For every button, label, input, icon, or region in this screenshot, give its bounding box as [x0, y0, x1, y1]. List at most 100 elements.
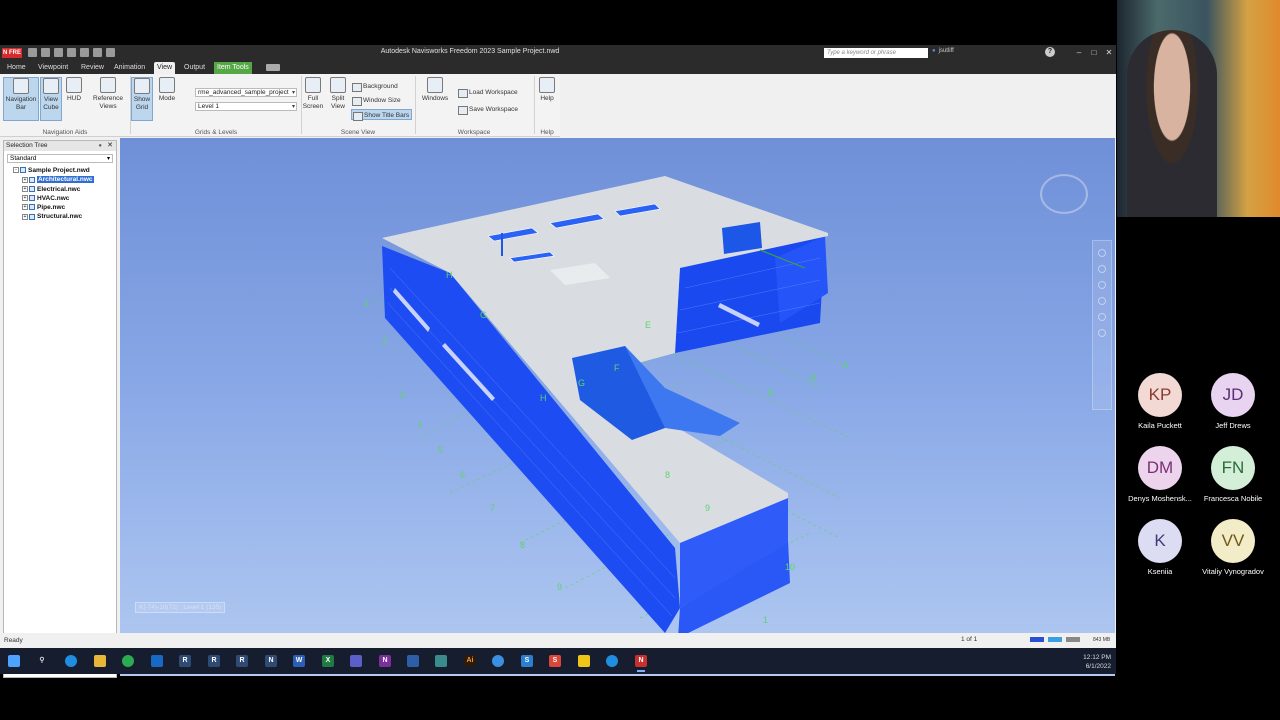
avatar: FN	[1211, 446, 1255, 490]
window-size-button[interactable]: Window Size	[351, 95, 411, 106]
start-icon[interactable]	[8, 655, 20, 667]
help-icon	[539, 77, 555, 93]
outlook-icon[interactable]	[151, 655, 163, 667]
load-workspace-button[interactable]: Load Workspace	[457, 87, 529, 98]
windows-button[interactable]: Windows	[420, 77, 450, 121]
navigation-bar-button[interactable]: Navigation Bar	[3, 77, 39, 121]
save-workspace-button[interactable]: Save Workspace	[457, 104, 529, 115]
search-icon[interactable]: ⚲	[36, 655, 48, 667]
teams-icon[interactable]	[350, 655, 362, 667]
tree-mode-select[interactable]: Standard	[7, 154, 113, 163]
svg-text:A: A	[842, 360, 848, 370]
edge-icon[interactable]	[606, 655, 618, 667]
participant-tile[interactable]: KP Kaila Puckett	[1124, 373, 1196, 430]
tree-item-hvac[interactable]: + HVAC.nwc	[4, 194, 116, 203]
status-text: Ready	[4, 637, 23, 644]
navigation-bar-label: Navigation Bar	[5, 96, 37, 111]
pan-icon[interactable]	[1098, 265, 1106, 273]
onenote-icon[interactable]: N	[379, 655, 391, 667]
group-divider	[534, 76, 535, 134]
chrome-icon[interactable]	[122, 655, 134, 667]
tree-item-electrical[interactable]: + Electrical.nwc	[4, 185, 116, 194]
tab-viewpoint[interactable]: Viewpoint	[35, 62, 71, 74]
split-view-button[interactable]: Split View	[327, 77, 349, 121]
scene-viewport[interactable]: H G H G F E D B A 1 2 3 4 5 6 7 8 9 10 1…	[120, 138, 1115, 676]
close-panel-icon[interactable]: ✕	[107, 141, 113, 151]
show-grid-button[interactable]: Show Grid	[131, 77, 153, 121]
sticky-notes-icon[interactable]	[578, 655, 590, 667]
user-account[interactable]: jsutliff	[932, 48, 954, 54]
navisworks-active-icon[interactable]: N	[635, 655, 647, 672]
system-clock[interactable]: 12:12 PM 6/1/2022	[1083, 653, 1111, 671]
participant-tile[interactable]: JD Jeff Drews	[1197, 373, 1269, 430]
level-select[interactable]: Level 1	[195, 102, 297, 111]
ribbon-options-icon[interactable]	[266, 64, 280, 71]
svg-text:1: 1	[364, 298, 369, 308]
tab-animation[interactable]: Animation	[111, 62, 148, 74]
participant-tile[interactable]: VV Vitaliy Vynogradov	[1197, 519, 1269, 576]
close-button[interactable]: ✕	[1102, 46, 1116, 59]
walk-icon[interactable]	[1098, 329, 1106, 337]
reference-views-button[interactable]: Reference Views	[90, 77, 126, 121]
word-icon[interactable]: W	[293, 655, 305, 667]
app-icon[interactable]	[407, 655, 419, 667]
steering-wheel-icon[interactable]	[1098, 249, 1106, 257]
show-title-bars-button[interactable]: Show Title Bars	[351, 109, 412, 121]
full-screen-button[interactable]: Full Screen	[302, 77, 324, 121]
grid-mode-button[interactable]: Mode	[156, 77, 178, 121]
navigation-bar[interactable]	[1092, 240, 1112, 410]
app-icon[interactable]: S	[521, 655, 533, 667]
excel-icon[interactable]: X	[322, 655, 334, 667]
full-screen-label: Full Screen	[302, 95, 324, 110]
hud-button[interactable]: HUD	[64, 77, 84, 121]
participant-tile[interactable]: DM Denys Moshensk...	[1124, 446, 1196, 503]
tree-item-architectural[interactable]: + Architectural.nwc	[4, 175, 116, 184]
tab-view[interactable]: View	[154, 62, 176, 74]
file-explorer-icon[interactable]	[94, 655, 106, 667]
illustrator-icon[interactable]: Ai	[464, 655, 476, 667]
participant-tile[interactable]: K Kseniia	[1124, 519, 1196, 576]
collapse-icon[interactable]: -	[13, 167, 19, 174]
grid-system-select[interactable]: rme_advanced_sample_project	[195, 88, 297, 97]
tab-home[interactable]: Home	[4, 62, 29, 74]
svg-text:8: 8	[520, 540, 525, 550]
minimize-button[interactable]: –	[1072, 46, 1086, 59]
expand-icon[interactable]: +	[22, 176, 28, 183]
reference-views-icon	[100, 77, 116, 93]
view-cube-button[interactable]: View Cube	[40, 77, 62, 121]
expand-icon[interactable]: +	[22, 185, 28, 192]
pin-icon[interactable]: ●	[98, 141, 102, 151]
tree-item-pipe[interactable]: + Pipe.nwc	[4, 203, 116, 212]
tree-root[interactable]: - Sample Project.nwd	[4, 166, 116, 175]
performance-bar-icon	[1066, 637, 1080, 642]
edge-icon[interactable]	[65, 655, 77, 667]
app-icon[interactable]	[492, 655, 504, 667]
help-button[interactable]: Help	[536, 77, 558, 121]
background-button[interactable]: Background	[351, 81, 411, 92]
app-icon[interactable]: S	[549, 655, 561, 667]
tab-item-tools[interactable]: Item Tools	[214, 62, 252, 74]
tab-review[interactable]: Review	[78, 62, 107, 74]
help-icon[interactable]: ?	[1045, 47, 1055, 57]
expand-icon[interactable]: +	[22, 213, 28, 220]
presenter-figure	[1127, 30, 1217, 217]
tree-item-structural[interactable]: + Structural.nwc	[4, 212, 116, 221]
tree-root-label: Sample Project.nwd	[28, 167, 90, 174]
look-icon[interactable]	[1098, 313, 1106, 321]
participant-tile[interactable]: FN Francesca Nobile	[1197, 446, 1269, 503]
svg-text:9: 9	[557, 582, 562, 592]
help-search-input[interactable]: Type a keyword or phrase	[824, 48, 928, 58]
maximize-button[interactable]: □	[1087, 46, 1101, 59]
revit-icon[interactable]: R	[179, 655, 191, 667]
revit-icon[interactable]: R	[236, 655, 248, 667]
app-icon[interactable]	[435, 655, 447, 667]
tab-output[interactable]: Output	[181, 62, 208, 74]
expand-icon[interactable]: +	[22, 195, 28, 202]
revit-icon[interactable]: R	[208, 655, 220, 667]
tree-item-label: Pipe.nwc	[37, 204, 66, 212]
zoom-icon[interactable]	[1098, 281, 1106, 289]
view-cube-icon[interactable]	[1040, 174, 1088, 214]
navisworks-icon[interactable]: N	[265, 655, 277, 667]
expand-icon[interactable]: +	[22, 204, 28, 211]
orbit-icon[interactable]	[1098, 297, 1106, 305]
